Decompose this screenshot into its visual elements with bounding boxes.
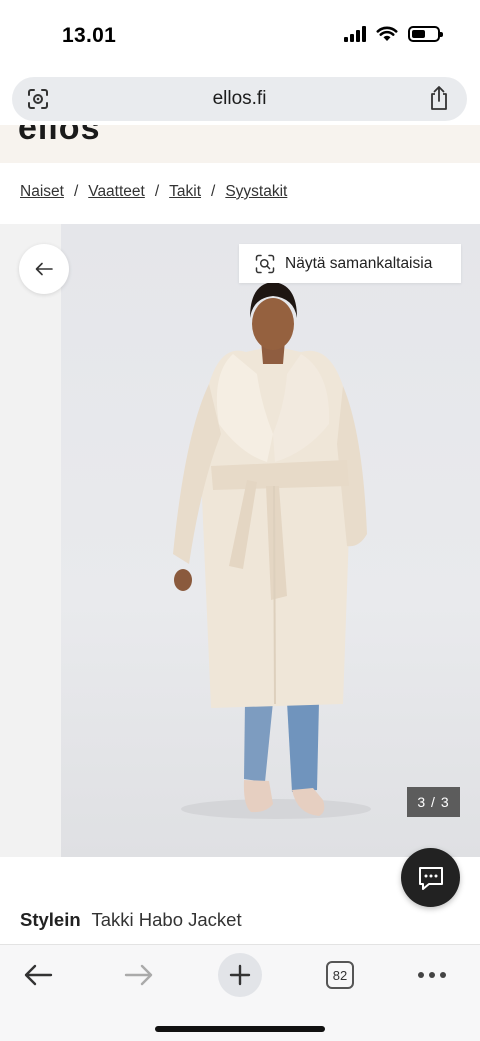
image-counter: 3 / 3 <box>407 787 460 817</box>
share-icon[interactable] <box>427 85 451 111</box>
new-tab-button[interactable] <box>218 953 262 997</box>
breadcrumb-separator: / <box>73 183 79 200</box>
address-bar[interactable]: ellos.fi <box>12 77 467 121</box>
battery-icon <box>408 26 443 42</box>
show-similar-button[interactable]: Näytä samankaltaisia <box>239 244 461 283</box>
status-time: 13.01 <box>62 24 117 47</box>
back-arrow-icon <box>24 964 53 986</box>
forward-arrow-icon <box>124 964 153 986</box>
visual-search-icon <box>255 254 275 273</box>
arrow-left-icon <box>35 262 53 276</box>
tab-count: 82 <box>326 961 354 989</box>
back-button[interactable] <box>19 244 69 294</box>
product-gallery[interactable]: Näytä samankaltaisia 3 / 3 <box>0 224 480 857</box>
home-indicator <box>155 1026 325 1032</box>
wifi-icon <box>376 26 398 41</box>
breadcrumb-link-naiset[interactable]: Naiset <box>20 183 64 201</box>
status-bar: 13.01 <box>0 0 480 70</box>
show-similar-label: Näytä samankaltaisia <box>285 254 433 272</box>
plus-icon <box>229 964 251 986</box>
status-icons <box>344 26 443 42</box>
url-text[interactable]: ellos.fi <box>12 88 467 110</box>
breadcrumb-separator: / <box>211 183 216 200</box>
breadcrumb-link-syystakit[interactable]: Syystakit <box>225 183 287 201</box>
browser-toolbar: 82 <box>0 944 480 1041</box>
breadcrumb: Naiset / Vaatteet / Takit / Syystakit <box>20 183 287 201</box>
browser-back-button[interactable] <box>16 953 60 997</box>
tab-switcher-button[interactable]: 82 <box>318 953 362 997</box>
more-menu-button[interactable] <box>410 953 454 997</box>
breadcrumb-separator: / <box>154 183 160 200</box>
breadcrumb-link-takit[interactable]: Takit <box>169 183 201 201</box>
chat-icon <box>418 866 443 890</box>
browser-forward-button[interactable] <box>117 953 161 997</box>
breadcrumb-link-vaatteet[interactable]: Vaatteet <box>88 183 145 201</box>
product-name: Takki Habo Jacket <box>91 909 242 930</box>
product-brand[interactable]: Stylein <box>20 909 81 930</box>
product-title: Stylein Takki Habo Jacket <box>20 909 242 931</box>
more-dots-icon <box>418 972 446 978</box>
site-header: ellos <box>0 125 480 163</box>
site-logo[interactable]: ellos <box>18 125 100 148</box>
chat-button[interactable] <box>401 848 460 907</box>
cellular-signal-icon <box>344 26 366 42</box>
product-image[interactable] <box>61 224 480 857</box>
model-illustration <box>173 282 371 819</box>
